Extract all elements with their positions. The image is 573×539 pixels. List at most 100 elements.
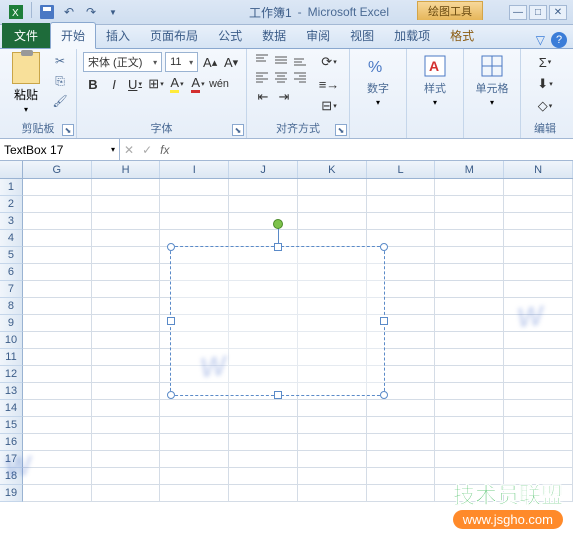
cell[interactable]: [23, 434, 92, 451]
row-header[interactable]: 12: [0, 366, 23, 383]
minimize-icon[interactable]: —: [509, 5, 527, 20]
cell[interactable]: [298, 417, 367, 434]
cell[interactable]: [504, 264, 573, 281]
cell[interactable]: [92, 179, 161, 196]
fill-icon[interactable]: ⬇▾: [527, 74, 563, 94]
cell[interactable]: [435, 247, 504, 264]
cell[interactable]: [23, 417, 92, 434]
cell[interactable]: [298, 230, 367, 247]
cell[interactable]: [367, 434, 436, 451]
phonetic-icon[interactable]: wén: [209, 74, 229, 94]
cell[interactable]: [298, 400, 367, 417]
row-header[interactable]: 11: [0, 349, 23, 366]
cell[interactable]: [92, 315, 161, 332]
cell[interactable]: [435, 196, 504, 213]
cell[interactable]: [504, 213, 573, 230]
close-icon[interactable]: ✕: [549, 5, 567, 20]
cell[interactable]: [435, 281, 504, 298]
cell[interactable]: [23, 213, 92, 230]
tab-data[interactable]: 数据: [252, 23, 296, 48]
cell[interactable]: [229, 451, 298, 468]
underline-button[interactable]: U▾: [125, 74, 145, 94]
cell[interactable]: [23, 366, 92, 383]
cell[interactable]: [92, 400, 161, 417]
row-header[interactable]: 1: [0, 179, 23, 196]
col-header[interactable]: J: [229, 161, 298, 178]
accept-icon[interactable]: ✓: [142, 143, 152, 157]
border-icon[interactable]: ⊞▾: [146, 74, 166, 94]
formula-input-area[interactable]: ✕ ✓ fx: [120, 139, 573, 160]
cell[interactable]: [367, 400, 436, 417]
cut-icon[interactable]: ✂: [50, 52, 70, 70]
cell[interactable]: [160, 434, 229, 451]
cell[interactable]: [23, 196, 92, 213]
cell[interactable]: [92, 468, 161, 485]
row-header[interactable]: 7: [0, 281, 23, 298]
select-all-corner[interactable]: [0, 161, 23, 178]
row-header[interactable]: 14: [0, 400, 23, 417]
undo-icon[interactable]: ↶: [59, 2, 79, 22]
cell[interactable]: [435, 332, 504, 349]
cell[interactable]: [298, 213, 367, 230]
cell[interactable]: [367, 179, 436, 196]
cell[interactable]: [367, 213, 436, 230]
tab-home[interactable]: 开始: [50, 22, 96, 49]
row-header[interactable]: 2: [0, 196, 23, 213]
cell[interactable]: [435, 417, 504, 434]
cell[interactable]: [160, 400, 229, 417]
format-painter-icon[interactable]: 🖌: [50, 92, 70, 110]
cell[interactable]: [160, 468, 229, 485]
row-header[interactable]: 3: [0, 213, 23, 230]
tab-addins[interactable]: 加载项: [384, 23, 440, 48]
cell[interactable]: [435, 451, 504, 468]
file-tab[interactable]: 文件: [2, 23, 50, 48]
rotation-handle[interactable]: [273, 219, 283, 229]
wrap-text-icon[interactable]: ≡→: [315, 74, 343, 94]
fill-color-icon[interactable]: A▾: [167, 74, 187, 94]
cell[interactable]: [92, 247, 161, 264]
cell[interactable]: [367, 485, 436, 502]
cell[interactable]: [23, 332, 92, 349]
cell[interactable]: [229, 213, 298, 230]
row-header[interactable]: 6: [0, 264, 23, 281]
cell[interactable]: [504, 417, 573, 434]
italic-button[interactable]: I: [104, 74, 124, 94]
cell[interactable]: [504, 332, 573, 349]
cell[interactable]: [160, 451, 229, 468]
tab-format[interactable]: 格式: [440, 23, 484, 48]
row-header[interactable]: 4: [0, 230, 23, 247]
cell[interactable]: [435, 213, 504, 230]
row-header[interactable]: 8: [0, 298, 23, 315]
cell[interactable]: [229, 468, 298, 485]
cancel-icon[interactable]: ✕: [124, 143, 134, 157]
cell[interactable]: [298, 196, 367, 213]
cell[interactable]: [435, 383, 504, 400]
cell[interactable]: [92, 349, 161, 366]
cell[interactable]: [23, 349, 92, 366]
col-header[interactable]: K: [298, 161, 367, 178]
align-top-icon[interactable]: [253, 52, 271, 68]
redo-icon[interactable]: ↷: [81, 2, 101, 22]
cell[interactable]: [229, 434, 298, 451]
cell[interactable]: [504, 383, 573, 400]
cell[interactable]: [298, 179, 367, 196]
row-header[interactable]: 16: [0, 434, 23, 451]
paste-button[interactable]: 粘贴 ▾: [6, 52, 46, 114]
row-header[interactable]: 5: [0, 247, 23, 264]
cell[interactable]: [229, 400, 298, 417]
cell[interactable]: [23, 179, 92, 196]
decrease-indent-icon[interactable]: ⇤: [253, 87, 273, 107]
col-header[interactable]: L: [367, 161, 436, 178]
copy-icon[interactable]: ⎘: [50, 72, 70, 90]
cell[interactable]: [367, 196, 436, 213]
increase-indent-icon[interactable]: ⇥: [274, 87, 294, 107]
cell[interactable]: [23, 264, 92, 281]
tab-formulas[interactable]: 公式: [208, 23, 252, 48]
cell[interactable]: [435, 366, 504, 383]
cell[interactable]: [160, 196, 229, 213]
cell[interactable]: [298, 434, 367, 451]
cell[interactable]: [435, 264, 504, 281]
cell[interactable]: [298, 468, 367, 485]
maximize-icon[interactable]: □: [529, 5, 547, 20]
bold-button[interactable]: B: [83, 74, 103, 94]
